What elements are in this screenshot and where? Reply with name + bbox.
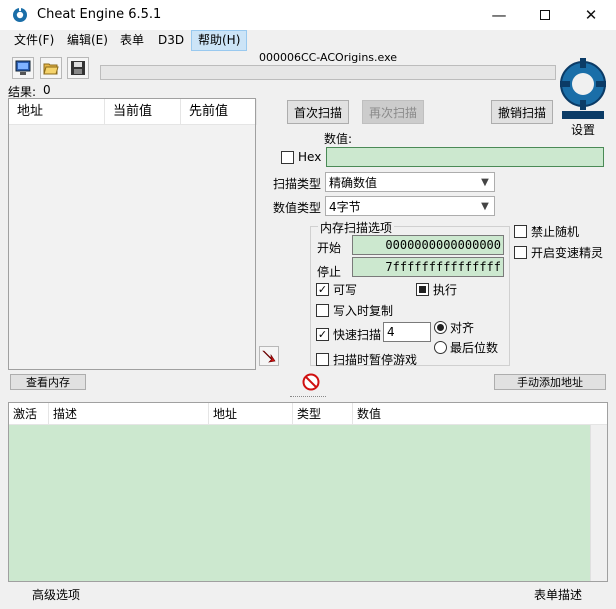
cheat-engine-logo-icon[interactable] bbox=[556, 54, 610, 120]
pause-game-checkbox[interactable] bbox=[316, 353, 329, 366]
column-active[interactable]: 激活 bbox=[9, 403, 49, 425]
executable-label: 执行 bbox=[433, 283, 458, 297]
results-list-header: 地址 当前值 先前值 bbox=[9, 99, 257, 125]
hex-label: Hex bbox=[298, 150, 322, 164]
close-icon: ✕ bbox=[584, 6, 598, 24]
title-bar: Cheat Engine 6.5.1 — ✕ bbox=[0, 0, 616, 30]
next-scan-button[interactable]: 再次扫描 bbox=[362, 100, 424, 124]
last-digits-radio-group[interactable]: 最后位数 bbox=[434, 339, 498, 356]
align-radio-group[interactable]: 对齐 bbox=[434, 319, 474, 336]
panel-splitter[interactable] bbox=[290, 396, 326, 399]
minimize-icon: — bbox=[491, 6, 507, 24]
speedhack-checkbox-group[interactable]: 开启变速精灵 bbox=[514, 244, 603, 261]
first-scan-button[interactable]: 首次扫描 bbox=[287, 100, 349, 124]
arrow-down-right-icon bbox=[262, 350, 276, 363]
menu-edit[interactable]: 编辑(E) bbox=[61, 30, 114, 51]
fast-scan-label: 快速扫描 bbox=[333, 328, 382, 342]
copy-on-write-checkbox[interactable] bbox=[316, 304, 329, 317]
open-file-button[interactable] bbox=[40, 57, 62, 79]
no-random-label: 禁止随机 bbox=[531, 225, 580, 239]
stop-label: 停止 bbox=[317, 265, 342, 279]
executable-checkbox-group[interactable]: 执行 bbox=[416, 281, 457, 298]
view-memory-button[interactable]: 查看内存 bbox=[10, 374, 86, 390]
column-value[interactable]: 数值 bbox=[353, 403, 591, 425]
writable-checkbox-group[interactable]: ✓ 可写 bbox=[316, 281, 357, 298]
writable-label: 可写 bbox=[333, 283, 358, 297]
no-random-checkbox-group[interactable]: 禁止随机 bbox=[514, 223, 579, 240]
value-input[interactable] bbox=[326, 147, 604, 167]
no-entry-icon bbox=[302, 373, 320, 391]
column-current-value[interactable]: 当前值 bbox=[105, 99, 181, 125]
menu-table[interactable]: 表单 bbox=[114, 30, 150, 51]
stop-address-input[interactable]: 7fffffffffffffff bbox=[352, 257, 504, 277]
maximize-icon bbox=[540, 10, 550, 20]
last-digits-label: 最后位数 bbox=[450, 341, 499, 355]
value-type-label: 数值类型 bbox=[273, 201, 322, 215]
fast-scan-alignment-input[interactable]: 4 bbox=[383, 322, 431, 342]
column-type[interactable]: 类型 bbox=[293, 403, 353, 425]
address-table-scrollbar[interactable] bbox=[590, 425, 607, 581]
last-digits-radio[interactable] bbox=[434, 341, 447, 354]
menu-bar: 文件(F) 编辑(E) 表单 D3D 帮助(H) bbox=[0, 30, 616, 51]
close-button[interactable]: ✕ bbox=[568, 0, 614, 30]
results-count: 0 bbox=[43, 83, 51, 97]
writable-checkbox[interactable]: ✓ bbox=[316, 283, 329, 296]
window-title: Cheat Engine 6.5.1 bbox=[37, 7, 162, 22]
results-list[interactable]: 地址 当前值 先前值 bbox=[8, 98, 257, 370]
clear-list-button[interactable] bbox=[302, 373, 320, 391]
align-radio[interactable] bbox=[434, 321, 447, 334]
value-label: 数值: bbox=[324, 132, 353, 146]
minimize-button[interactable]: — bbox=[476, 0, 522, 30]
hex-checkbox-group[interactable]: Hex bbox=[281, 150, 321, 164]
advanced-options-button[interactable]: 高级选项 bbox=[32, 586, 80, 603]
status-bar: 高级选项 表单描述 bbox=[0, 584, 616, 609]
floppy-disk-icon bbox=[71, 61, 85, 75]
speedhack-label: 开启变速精灵 bbox=[531, 246, 604, 260]
address-table[interactable]: 激活 描述 地址 类型 数值 bbox=[8, 402, 608, 582]
process-name: 000006CC-ACOrigins.exe bbox=[258, 51, 398, 64]
scan-type-value: 精确数值 bbox=[329, 175, 378, 190]
chevron-down-icon: ▼ bbox=[481, 176, 489, 188]
no-random-checkbox[interactable] bbox=[514, 225, 527, 238]
select-process-button[interactable] bbox=[12, 57, 34, 79]
cheat-engine-app-icon bbox=[13, 7, 27, 22]
folder-open-icon bbox=[43, 63, 59, 75]
copy-on-write-checkbox-group[interactable]: 写入时复制 bbox=[316, 302, 393, 319]
scan-type-select[interactable]: 精确数值 ▼ bbox=[325, 172, 495, 192]
settings-label[interactable]: 设置 bbox=[571, 121, 595, 138]
executable-checkbox[interactable] bbox=[416, 283, 429, 296]
menu-help[interactable]: 帮助(H) bbox=[191, 30, 248, 51]
add-selected-to-list-button[interactable] bbox=[259, 346, 279, 366]
start-address-input[interactable]: 0000000000000000 bbox=[352, 235, 504, 255]
pause-game-checkbox-group[interactable]: 扫描时暂停游戏 bbox=[316, 351, 417, 368]
add-address-manually-button[interactable]: 手动添加地址 bbox=[494, 374, 606, 390]
computer-icon bbox=[15, 60, 31, 75]
undo-scan-button[interactable]: 撤销扫描 bbox=[491, 100, 553, 124]
maximize-button[interactable] bbox=[522, 0, 568, 30]
copy-on-write-label: 写入时复制 bbox=[333, 304, 394, 318]
column-previous-value[interactable]: 先前值 bbox=[181, 99, 257, 125]
column-address[interactable]: 地址 bbox=[209, 403, 293, 425]
value-type-select[interactable]: 4字节 ▼ bbox=[325, 196, 495, 216]
address-table-header: 激活 描述 地址 类型 数值 bbox=[9, 403, 607, 425]
value-type-value: 4字节 bbox=[329, 199, 361, 214]
hex-checkbox[interactable] bbox=[281, 150, 294, 164]
scan-progress-bar bbox=[100, 65, 556, 80]
column-description[interactable]: 描述 bbox=[49, 403, 209, 425]
scan-type-label: 扫描类型 bbox=[273, 177, 322, 191]
speedhack-checkbox[interactable] bbox=[514, 246, 527, 259]
fast-scan-checkbox-group[interactable]: ✓ 快速扫描 bbox=[316, 326, 381, 343]
save-button[interactable] bbox=[67, 57, 89, 79]
column-address[interactable]: 地址 bbox=[9, 99, 105, 125]
align-label: 对齐 bbox=[450, 321, 475, 335]
menu-file[interactable]: 文件(F) bbox=[8, 30, 60, 51]
chevron-down-icon: ▼ bbox=[481, 200, 489, 212]
table-extras-button[interactable]: 表单描述 bbox=[534, 586, 582, 603]
start-label: 开始 bbox=[317, 241, 342, 255]
fast-scan-checkbox[interactable]: ✓ bbox=[316, 328, 329, 341]
memory-options-title: 内存扫描选项 bbox=[318, 219, 395, 236]
menu-d3d[interactable]: D3D bbox=[152, 30, 190, 51]
pause-game-label: 扫描时暂停游戏 bbox=[333, 353, 418, 367]
